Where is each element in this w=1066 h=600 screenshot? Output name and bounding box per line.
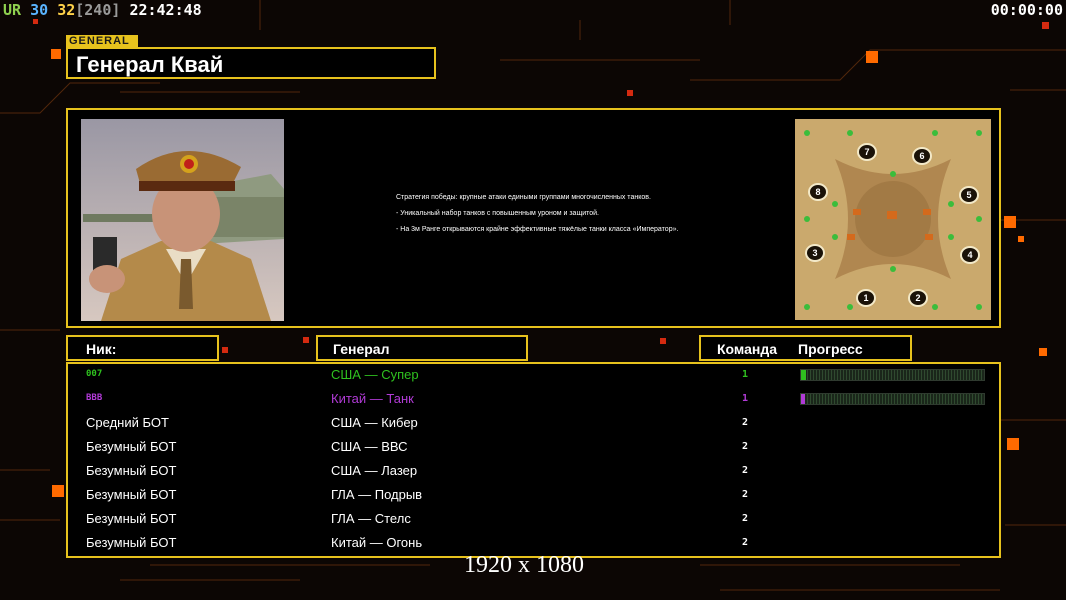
header-progress-label: Прогресс	[798, 341, 863, 357]
description-line: Стратегия победы: крупные атаки едиными …	[396, 194, 651, 201]
player-nick: BBB	[86, 393, 103, 403]
header-general: Генерал	[316, 335, 528, 361]
player-row[interactable]: Средний БОТ США — Кибер 2	[68, 412, 999, 436]
player-team[interactable]: 2	[742, 537, 748, 548]
player-general[interactable]: Китай — Танк	[331, 391, 414, 406]
general-info-panel: Стратегия победы: крупные атаки едиными …	[66, 108, 1001, 328]
player-nick: Безумный БОТ	[86, 439, 177, 454]
player-row[interactable]: BBB Китай — Танк 1	[68, 388, 999, 412]
player-progress-bar	[800, 393, 985, 405]
header-general-label: Генерал	[333, 341, 390, 357]
player-row[interactable]: Безумный БОТ ГЛА — Подрыв 2	[68, 484, 999, 508]
player-row[interactable]: Безумный БОТ США — ВВС 2	[68, 436, 999, 460]
player-team[interactable]: 2	[742, 441, 748, 452]
player-general[interactable]: США — Супер	[331, 367, 419, 382]
player-nick: Безумный БОТ	[86, 463, 177, 478]
player-row[interactable]: 007 США — Супер 1	[68, 364, 999, 388]
header-nick-label: Ник:	[86, 341, 117, 357]
player-general[interactable]: ГЛА — Подрыв	[331, 487, 422, 502]
player-general[interactable]: США — Кибер	[331, 415, 418, 430]
player-team[interactable]: 2	[742, 465, 748, 476]
player-nick: Безумный БОТ	[86, 535, 177, 550]
player-row[interactable]: Безумный БОТ ГЛА — Стелс 2	[68, 508, 999, 532]
match-timer: 00:00:00	[990, 1, 1063, 19]
player-nick: Безумный БОТ	[86, 487, 177, 502]
player-team[interactable]: 2	[742, 417, 748, 428]
header-team-label: Команда	[717, 341, 777, 357]
general-description: Стратегия победы: крупные атаки едиными …	[396, 193, 726, 241]
start-slot-4: 4	[960, 246, 980, 264]
gpu-counter: 32	[57, 1, 76, 19]
description-line: - Уникальный набор танков с повышенным у…	[396, 210, 599, 217]
resolution-label: 1920 x 1080	[464, 552, 584, 578]
player-general[interactable]: Китай — Огонь	[331, 535, 422, 550]
start-slot-1: 1	[856, 289, 876, 307]
start-slot-7: 7	[857, 143, 877, 161]
player-nick: Средний БОТ	[86, 415, 169, 430]
general-title-panel: Генерал Квай	[66, 47, 436, 79]
ur-label: UR	[3, 1, 22, 19]
start-slot-5: 5	[959, 186, 979, 204]
description-line: - На 3м Ранге открываются крайне эффекти…	[396, 226, 679, 233]
header-team-progress: Команда Прогресс	[699, 335, 912, 361]
player-general[interactable]: США — Лазер	[331, 463, 417, 478]
performance-overlay: UR 30 32[240] 22:42:48	[3, 1, 202, 19]
start-slot-8: 8	[808, 183, 828, 201]
player-progress-bar	[800, 369, 985, 381]
player-row[interactable]: Безумный БОТ США — Лазер 2	[68, 460, 999, 484]
players-list: 007 США — Супер 1 BBB Китай — Танк 1 Средний Б…	[66, 362, 1001, 558]
progress-fill	[801, 394, 805, 404]
player-team[interactable]: 1	[742, 393, 748, 404]
clock: 22:42:48	[129, 1, 202, 19]
general-portrait	[81, 119, 284, 321]
start-slot-2: 2	[908, 289, 928, 307]
player-general[interactable]: США — ВВС	[331, 439, 408, 454]
start-slot-3: 3	[805, 244, 825, 262]
start-slot-6: 6	[912, 147, 932, 165]
fps-counter: 30	[30, 1, 49, 19]
general-name: Генерал Квай	[76, 52, 224, 77]
player-nick: Безумный БОТ	[86, 511, 177, 526]
player-team[interactable]: 1	[742, 369, 748, 380]
header-nick: Ник:	[66, 335, 219, 361]
progress-fill	[801, 370, 807, 380]
player-nick: 007	[86, 369, 103, 379]
bracket-counter: [240]	[75, 1, 121, 19]
player-team[interactable]: 2	[742, 513, 748, 524]
player-general[interactable]: ГЛА — Стелс	[331, 511, 411, 526]
player-team[interactable]: 2	[742, 489, 748, 500]
map-preview[interactable]: 7 6 8 5 3 4 1 2	[795, 119, 991, 320]
